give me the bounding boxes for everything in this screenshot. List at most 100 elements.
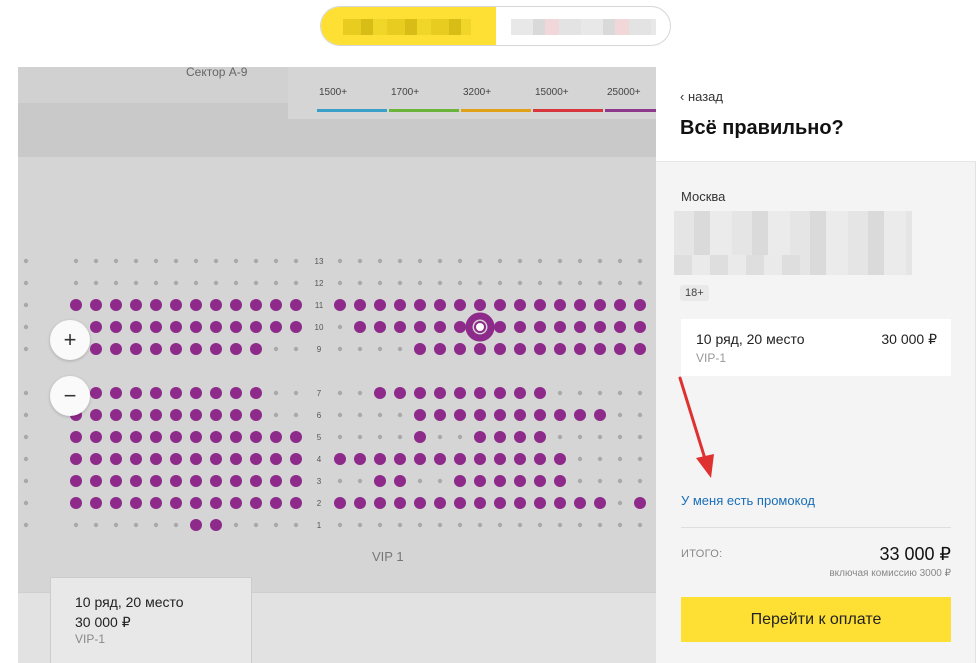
- seat[interactable]: [170, 409, 182, 421]
- seat[interactable]: [230, 387, 242, 399]
- seat[interactable]: [374, 475, 386, 487]
- seat[interactable]: [70, 475, 82, 487]
- seat[interactable]: [574, 497, 586, 509]
- seat[interactable]: [394, 453, 406, 465]
- seat[interactable]: [150, 321, 162, 333]
- seat[interactable]: [70, 453, 82, 465]
- seat[interactable]: [150, 475, 162, 487]
- seat[interactable]: [170, 321, 182, 333]
- seat[interactable]: [594, 321, 606, 333]
- seat[interactable]: [130, 299, 142, 311]
- seat[interactable]: [110, 343, 122, 355]
- seat[interactable]: [110, 453, 122, 465]
- seat[interactable]: [90, 431, 102, 443]
- seat[interactable]: [190, 299, 202, 311]
- seat[interactable]: [454, 343, 466, 355]
- back-link[interactable]: ‹ назад: [680, 89, 723, 104]
- seat[interactable]: [574, 343, 586, 355]
- seat[interactable]: [514, 387, 526, 399]
- seat[interactable]: [554, 453, 566, 465]
- seat[interactable]: [634, 321, 646, 333]
- seat[interactable]: [130, 343, 142, 355]
- seat[interactable]: [250, 453, 262, 465]
- seat[interactable]: [434, 497, 446, 509]
- seat[interactable]: [334, 299, 346, 311]
- seat[interactable]: [494, 343, 506, 355]
- seat[interactable]: [190, 409, 202, 421]
- event-toggle[interactable]: [320, 6, 671, 46]
- seat[interactable]: [454, 453, 466, 465]
- seat[interactable]: [634, 497, 646, 509]
- seat[interactable]: [514, 475, 526, 487]
- seat[interactable]: [150, 497, 162, 509]
- seat[interactable]: [434, 299, 446, 311]
- seat[interactable]: [170, 453, 182, 465]
- seat[interactable]: [614, 343, 626, 355]
- seat[interactable]: [230, 475, 242, 487]
- seat[interactable]: [534, 409, 546, 421]
- seat[interactable]: [90, 409, 102, 421]
- seat[interactable]: [90, 387, 102, 399]
- seat[interactable]: [474, 497, 486, 509]
- seat[interactable]: [494, 475, 506, 487]
- seat[interactable]: [230, 497, 242, 509]
- seat[interactable]: [534, 497, 546, 509]
- seat[interactable]: [514, 497, 526, 509]
- seat[interactable]: [290, 475, 302, 487]
- seat[interactable]: [170, 431, 182, 443]
- seat[interactable]: [250, 321, 262, 333]
- seat-map[interactable]: Сектор А-9 1500+ 1700+ 3200+ 15000+ 2500…: [18, 67, 656, 663]
- seat[interactable]: [434, 343, 446, 355]
- seat[interactable]: [594, 497, 606, 509]
- seat[interactable]: [554, 475, 566, 487]
- seat[interactable]: [210, 321, 222, 333]
- seat[interactable]: [454, 321, 466, 333]
- seat[interactable]: [334, 453, 346, 465]
- seat[interactable]: [354, 321, 366, 333]
- seat[interactable]: [230, 431, 242, 443]
- seat[interactable]: [210, 343, 222, 355]
- seat[interactable]: [290, 431, 302, 443]
- seat[interactable]: [250, 475, 262, 487]
- seat[interactable]: [394, 475, 406, 487]
- seat[interactable]: [210, 519, 222, 531]
- seat[interactable]: [270, 431, 282, 443]
- seat[interactable]: [554, 299, 566, 311]
- seat[interactable]: [494, 453, 506, 465]
- seat[interactable]: [534, 431, 546, 443]
- seat[interactable]: [250, 431, 262, 443]
- seat[interactable]: [210, 387, 222, 399]
- promo-code-link[interactable]: У меня есть промокод: [681, 493, 815, 508]
- seat[interactable]: [614, 321, 626, 333]
- seat[interactable]: [474, 299, 486, 311]
- seat[interactable]: [270, 453, 282, 465]
- seat[interactable]: [170, 387, 182, 399]
- seat[interactable]: [130, 409, 142, 421]
- seat[interactable]: [414, 387, 426, 399]
- seat[interactable]: [150, 409, 162, 421]
- seat[interactable]: [210, 431, 222, 443]
- seat[interactable]: [290, 321, 302, 333]
- seat[interactable]: [190, 519, 202, 531]
- seat[interactable]: [514, 299, 526, 311]
- selected-ticket-card[interactable]: 10 ряд, 20 место 30 000 ₽ VIP-1: [50, 577, 252, 663]
- seat[interactable]: [70, 299, 82, 311]
- seat[interactable]: [290, 453, 302, 465]
- seat[interactable]: [170, 299, 182, 311]
- seat[interactable]: [634, 299, 646, 311]
- seat[interactable]: [574, 299, 586, 311]
- seat[interactable]: [130, 431, 142, 443]
- seat[interactable]: [434, 321, 446, 333]
- seat[interactable]: [354, 497, 366, 509]
- seat[interactable]: [190, 475, 202, 487]
- seat[interactable]: [150, 431, 162, 443]
- seat[interactable]: [374, 497, 386, 509]
- seat[interactable]: [414, 453, 426, 465]
- seat[interactable]: [250, 497, 262, 509]
- seat[interactable]: [110, 299, 122, 311]
- seat[interactable]: [554, 409, 566, 421]
- seat[interactable]: [354, 453, 366, 465]
- seat[interactable]: [534, 299, 546, 311]
- seat[interactable]: [454, 387, 466, 399]
- seat[interactable]: [494, 431, 506, 443]
